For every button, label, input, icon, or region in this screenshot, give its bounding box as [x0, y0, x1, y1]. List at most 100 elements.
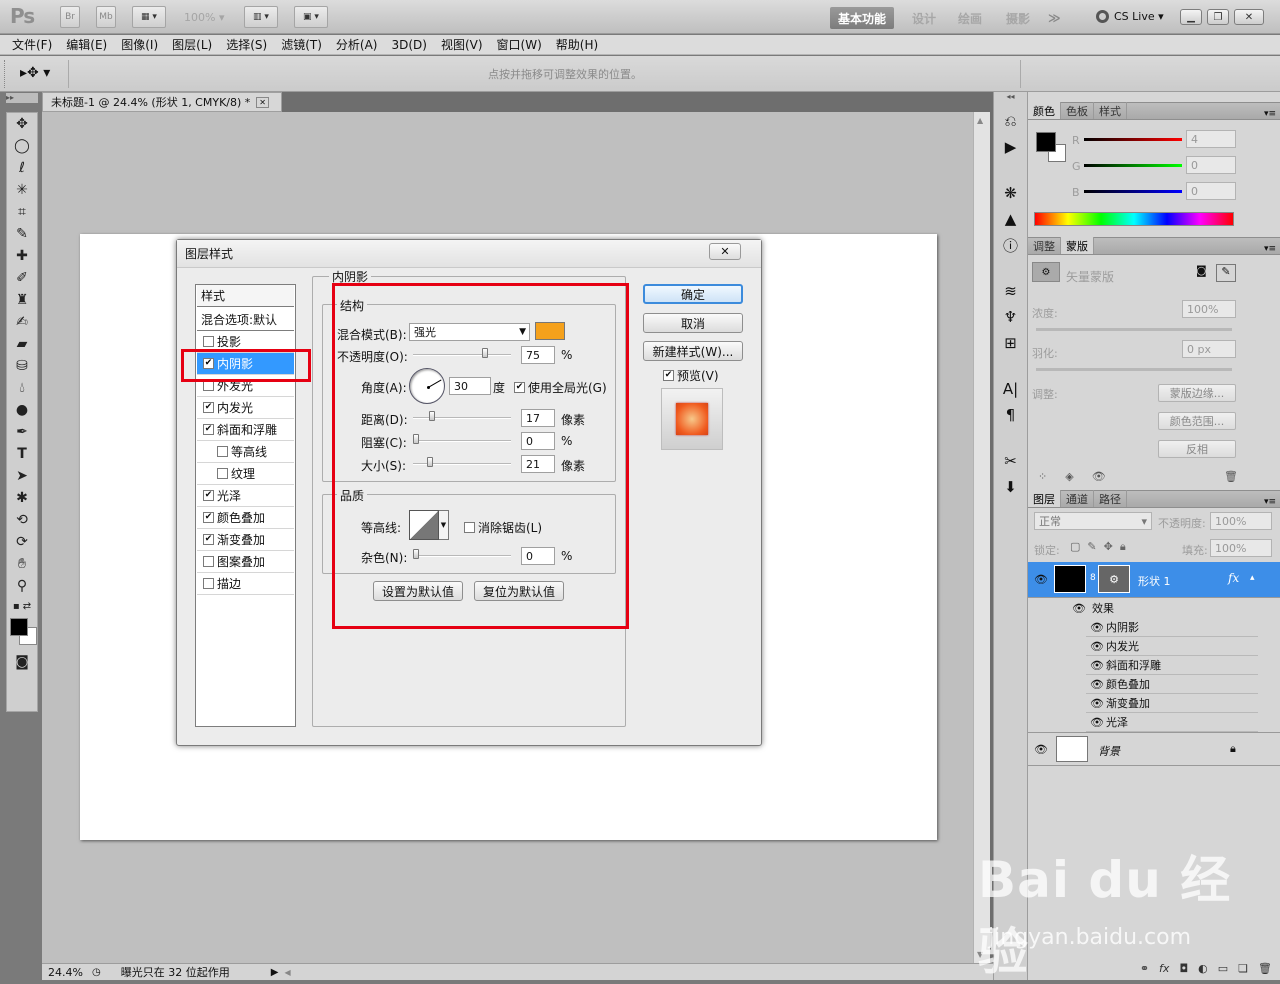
menu-3d[interactable]: 3D(D)	[391, 38, 426, 52]
clone-stamp-tool[interactable]: ♜	[7, 289, 37, 311]
toolbox-collapse[interactable]: ▸▸	[6, 93, 38, 103]
more-workspaces-button[interactable]: ≫	[1040, 7, 1069, 29]
color-swatches[interactable]	[7, 615, 37, 651]
effect-bevel-emboss[interactable]: 👁︎ 斜面和浮雕	[1086, 656, 1258, 675]
color-foreground-swatch[interactable]	[1036, 132, 1056, 152]
effects-group[interactable]: 👁︎ 效果	[1072, 600, 1114, 616]
panel-menu-icon[interactable]: ▾≡	[1264, 109, 1276, 119]
tab-styles[interactable]: 样式	[1094, 102, 1127, 119]
effect-color-overlay[interactable]: 👁︎ 颜色叠加	[1086, 675, 1258, 694]
tab-swatches[interactable]: 色板	[1061, 102, 1094, 119]
3d-panel-button[interactable]: ❋	[994, 180, 1027, 206]
cancel-button[interactable]: 取消	[643, 313, 743, 333]
style-item-3[interactable]: ✔ 内发光	[197, 397, 294, 419]
effect-inner-shadow[interactable]: 👁︎ 内阴影	[1086, 618, 1258, 637]
visibility-icon[interactable]: 👁︎	[1092, 470, 1106, 483]
move-tool[interactable]: ✥	[7, 113, 37, 135]
strip-collapse-icon[interactable]: ◂◂	[994, 92, 1027, 108]
marquee-tool[interactable]: ◯	[7, 135, 37, 157]
style-item-7[interactable]: ✔ 光泽	[197, 485, 294, 507]
menu-edit[interactable]: 编辑(E)	[66, 36, 107, 53]
eraser-tool[interactable]: ▰	[7, 333, 37, 355]
color-spectrum-ramp[interactable]	[1034, 212, 1234, 226]
collapse-effects-icon[interactable]: ▴	[1250, 573, 1255, 583]
menu-image[interactable]: 图像(I)	[121, 36, 158, 53]
close-button[interactable]: ✕	[1234, 9, 1264, 25]
visibility-eye-icon[interactable]: 👁︎	[1090, 716, 1104, 729]
3d-rotate-tool[interactable]: ⟲	[7, 509, 37, 531]
effect-gradient-overlay[interactable]: 👁︎ 渐变叠加	[1086, 694, 1258, 713]
brush-tool[interactable]: ✐	[7, 267, 37, 289]
quick-select-tool[interactable]: ✳	[7, 179, 37, 201]
tab-paths[interactable]: 路径	[1094, 490, 1127, 507]
g-slider[interactable]	[1084, 164, 1182, 167]
checkbox-unchecked-icon[interactable]	[203, 336, 214, 347]
style-item-9[interactable]: ✔ 渐变叠加	[197, 529, 294, 551]
vector-mask-icon[interactable]: ✎	[1216, 264, 1236, 282]
density-slider[interactable]	[1036, 328, 1232, 331]
foreground-color-swatch[interactable]	[10, 618, 28, 636]
blur-tool[interactable]: 💧︎	[7, 377, 37, 399]
type-tool[interactable]: T	[7, 443, 37, 465]
visibility-eye-icon[interactable]: 👁︎	[1090, 659, 1104, 672]
brush-panel-button[interactable]: ≋	[994, 278, 1027, 304]
healing-brush-tool[interactable]: ✚	[7, 245, 37, 267]
effect-inner-glow[interactable]: 👁︎ 内发光	[1086, 637, 1258, 656]
ok-button[interactable]: 确定	[643, 284, 743, 304]
panel-menu-icon[interactable]: ▾≡	[1264, 497, 1276, 507]
document-tab[interactable]: 未标题-1 @ 24.4% (形状 1, CMYK/8) * ✕	[42, 92, 282, 112]
paint-bucket-tool[interactable]: ⛁	[7, 355, 37, 377]
character-panel-button[interactable]: A|	[994, 376, 1027, 402]
paragraph-panel-button[interactable]: ¶	[994, 402, 1027, 428]
visibility-eye-icon[interactable]: 👁︎	[1090, 621, 1104, 634]
mini-bridge-button[interactable]: Mb	[96, 6, 116, 28]
layer-opacity-field[interactable]: 100%	[1210, 512, 1272, 530]
tab-layers[interactable]: 图层	[1028, 490, 1061, 507]
vertical-scrollbar[interactable]: ▲ ▼	[973, 112, 990, 963]
status-zoom[interactable]: 24.4%	[48, 966, 92, 979]
status-info-icon[interactable]: ◷	[92, 967, 101, 978]
panel-menu-icon[interactable]: ▾≡	[1264, 244, 1276, 254]
path-selection-tool[interactable]: ➤	[7, 465, 37, 487]
lock-position-icon[interactable]: ✥	[1104, 540, 1113, 554]
hscroll-left-icon[interactable]: ◀	[284, 968, 290, 977]
style-item-6[interactable]: 纹理	[197, 463, 294, 485]
tab-close-icon[interactable]: ✕	[256, 96, 269, 108]
history-panel-button[interactable]: ⎌	[994, 108, 1027, 134]
visibility-eye-icon[interactable]: 👁︎	[1072, 602, 1086, 615]
menu-analysis[interactable]: 分析(A)	[336, 36, 378, 53]
pixel-mask-icon[interactable]: ◙	[1196, 264, 1212, 280]
histogram-panel-button[interactable]: ▲	[994, 206, 1027, 232]
restore-button[interactable]: ❐	[1207, 9, 1229, 25]
tools-panel-button[interactable]: ✂	[994, 448, 1027, 474]
scroll-up-icon[interactable]: ▲	[977, 116, 983, 125]
blend-mode-select[interactable]: 正常 ▾	[1034, 512, 1152, 530]
style-item-4[interactable]: ✔ 斜面和浮雕	[197, 419, 294, 441]
shape-tool[interactable]: ✱	[7, 487, 37, 509]
checkbox-checked-icon[interactable]: ✔	[203, 402, 214, 413]
menu-view[interactable]: 视图(V)	[441, 36, 483, 53]
lock-transparency-icon[interactable]: ▢	[1070, 540, 1080, 554]
info-panel-button[interactable]: ⓘ	[994, 232, 1027, 258]
zoom-tool[interactable]: ⚲	[7, 575, 37, 597]
color-range-button[interactable]: 颜色范围...	[1158, 412, 1236, 430]
notes-panel-button[interactable]: ⬇	[994, 474, 1027, 500]
lock-pixels-icon[interactable]: ✎	[1087, 540, 1096, 554]
style-item-8[interactable]: ✔ 颜色叠加	[197, 507, 294, 529]
checkbox-unchecked-icon[interactable]	[203, 556, 214, 567]
r-field[interactable]: 4	[1186, 130, 1236, 148]
invert-button[interactable]: 反相	[1158, 440, 1236, 458]
checkbox-checked-icon[interactable]: ✔	[203, 512, 214, 523]
menu-layer[interactable]: 图层(L)	[172, 36, 212, 53]
visibility-eye-icon[interactable]: 👁︎	[1090, 678, 1104, 691]
workspace-essentials[interactable]: 基本功能	[830, 7, 895, 29]
3d-orbit-tool[interactable]: ⟳	[7, 531, 37, 553]
apply-mask-icon[interactable]: ◈	[1065, 470, 1073, 483]
tool-presets-panel-button[interactable]: ⊞	[994, 330, 1027, 356]
minimize-button[interactable]: ▁	[1180, 9, 1202, 25]
arrange-documents-button[interactable]: ▥ ▾	[244, 6, 278, 28]
crop-tool[interactable]: ⌗	[7, 201, 37, 223]
fx-icon[interactable]: fx	[1228, 571, 1239, 585]
menu-help[interactable]: 帮助(H)	[556, 36, 598, 53]
eyedropper-tool[interactable]: ✎	[7, 223, 37, 245]
